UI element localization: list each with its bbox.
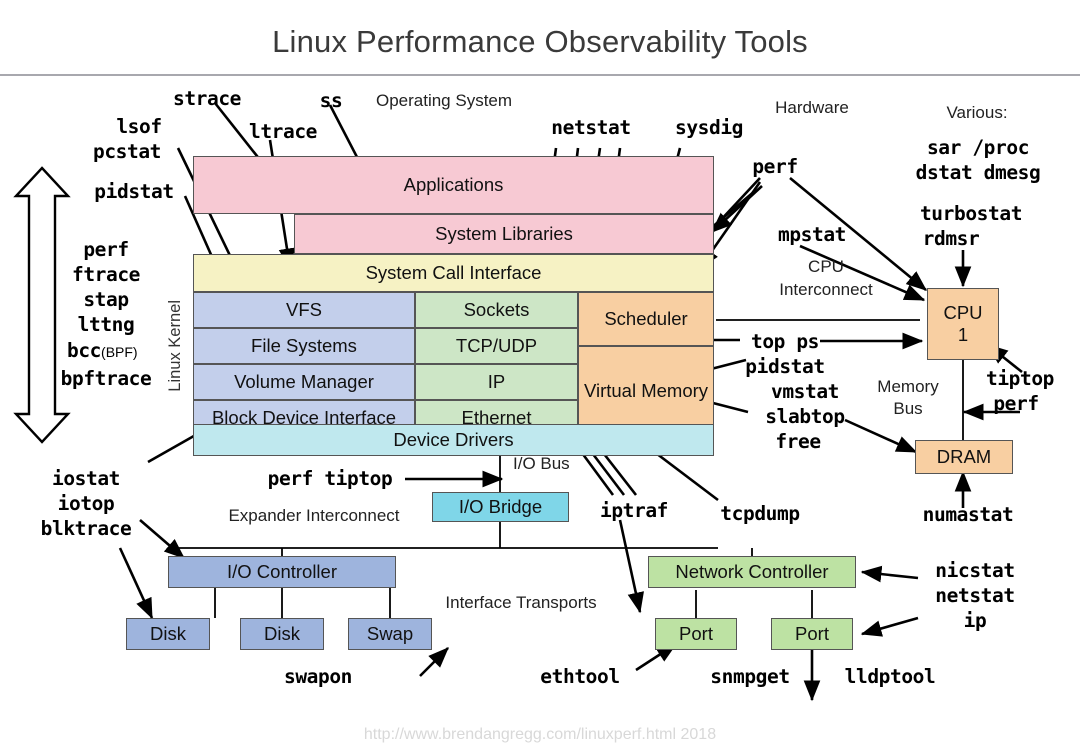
block-virtual-memory[interactable]: Virtual Memory (578, 346, 714, 436)
tool-mpstat[interactable]: mpstat (778, 224, 846, 245)
label-memory-bus-1: Memory (877, 377, 939, 396)
tool-stap[interactable]: stap (83, 289, 129, 310)
tool-dstat-dmesg[interactable]: dstat dmesg (916, 162, 1041, 183)
block-sockets[interactable]: Sockets (415, 292, 578, 328)
block-network-controller[interactable]: Network Controller (648, 556, 856, 588)
block-disk-1[interactable]: Disk (126, 618, 210, 650)
tool-ethtool[interactable]: ethtool (540, 666, 620, 687)
block-swap[interactable]: Swap (348, 618, 432, 650)
tool-bcc[interactable]: bcc(BPF) (67, 340, 138, 361)
tool-ss[interactable]: ss (320, 90, 343, 111)
tool-sysdig[interactable]: sysdig (675, 117, 743, 138)
tool-lttng[interactable]: lttng (78, 314, 135, 335)
tool-pidstat-left[interactable]: pidstat (94, 181, 174, 202)
tool-nicstat[interactable]: nicstat (935, 560, 1015, 581)
tool-bpftrace[interactable]: bpftrace (61, 368, 152, 389)
tool-tcpdump[interactable]: tcpdump (720, 503, 800, 524)
tool-pidstat-right[interactable]: pidstat (745, 356, 825, 377)
block-port-2[interactable]: Port (771, 618, 853, 650)
tool-strace[interactable]: strace (173, 88, 241, 109)
tool-sar-proc[interactable]: sar /proc (927, 137, 1029, 158)
block-scheduler[interactable]: Scheduler (578, 292, 714, 346)
cpu-label-line1: CPU (943, 301, 983, 323)
tool-free[interactable]: free (775, 431, 821, 452)
tool-perf-memory[interactable]: perf (993, 393, 1039, 414)
tool-blktrace[interactable]: blktrace (41, 518, 132, 539)
cpu-label-line2: 1 (957, 324, 969, 345)
block-system-libraries[interactable]: System Libraries (294, 214, 714, 254)
tool-vmstat[interactable]: vmstat (771, 381, 839, 402)
tool-iostat[interactable]: iostat (52, 468, 120, 489)
label-expander-interconnect: Expander Interconnect (228, 506, 400, 525)
label-io-bus: I/O Bus (513, 454, 570, 473)
block-vfs[interactable]: VFS (193, 292, 415, 328)
block-file-systems[interactable]: File Systems (193, 328, 415, 364)
label-interface-transports: Interface Transports (445, 593, 597, 612)
tool-pcstat[interactable]: pcstat (93, 141, 161, 162)
tool-slabtop[interactable]: slabtop (765, 406, 845, 427)
label-linux-kernel: Linux Kernel (166, 300, 184, 392)
block-io-bridge[interactable]: I/O Bridge (432, 492, 569, 522)
tool-numastat[interactable]: numastat (923, 504, 1014, 525)
tool-perf-hardware[interactable]: perf (752, 156, 798, 177)
tool-ltrace[interactable]: ltrace (249, 121, 317, 142)
tool-perf-tiptop[interactable]: perf tiptop (268, 468, 393, 489)
tool-bcc-suffix: (BPF) (101, 344, 138, 360)
tool-iptraf[interactable]: iptraf (600, 500, 668, 521)
block-dram[interactable]: DRAM (915, 440, 1013, 474)
tool-lsof[interactable]: lsof (116, 116, 162, 137)
label-hardware: Hardware (775, 98, 849, 117)
tool-netstat-right[interactable]: netstat (935, 585, 1015, 606)
source-footer: http://www.brendangregg.com/linuxperf.ht… (363, 726, 717, 743)
tool-perf-left[interactable]: perf (83, 239, 129, 260)
tool-iotop[interactable]: iotop (58, 493, 115, 514)
tool-top-ps[interactable]: top ps (751, 331, 819, 352)
tool-ip[interactable]: ip (964, 610, 987, 631)
tool-turbostat[interactable]: turbostat (920, 203, 1022, 224)
tool-snmpget[interactable]: snmpget (710, 666, 790, 687)
label-cpu-interconnect-2: Interconnect (779, 280, 873, 299)
label-memory-bus-2: Bus (893, 399, 923, 418)
kernel-scope-arrow (13, 166, 71, 444)
block-ip[interactable]: IP (415, 364, 578, 400)
block-system-call-interface[interactable]: System Call Interface (193, 254, 714, 292)
tool-lldptool[interactable]: lldptool (845, 666, 936, 687)
block-port-1[interactable]: Port (655, 618, 737, 650)
page-title: Linux Performance Observability Tools (272, 24, 808, 59)
block-device-drivers[interactable]: Device Drivers (193, 424, 714, 456)
block-applications[interactable]: Applications (193, 156, 714, 214)
diagram-canvas: Linux Performance Observability Tools Ap… (0, 0, 1080, 756)
block-io-controller[interactable]: I/O Controller (168, 556, 396, 588)
tool-tiptop-memory[interactable]: tiptop (986, 368, 1054, 389)
label-various: Various: (946, 103, 1008, 122)
block-tcp-udp[interactable]: TCP/UDP (415, 328, 578, 364)
tool-swapon[interactable]: swapon (284, 666, 352, 687)
title-divider (0, 74, 1080, 76)
block-disk-2[interactable]: Disk (240, 618, 324, 650)
label-operating-system: Operating System (375, 91, 513, 110)
tool-ftrace[interactable]: ftrace (72, 264, 140, 285)
tool-bcc-label: bcc (67, 339, 102, 362)
block-cpu[interactable]: CPU 1 (927, 288, 999, 360)
tool-rdmsr[interactable]: rdmsr (923, 228, 980, 249)
label-cpu-interconnect-1: CPU (808, 257, 844, 276)
block-volume-manager[interactable]: Volume Manager (193, 364, 415, 400)
tool-netstat-top[interactable]: netstat (551, 117, 631, 138)
